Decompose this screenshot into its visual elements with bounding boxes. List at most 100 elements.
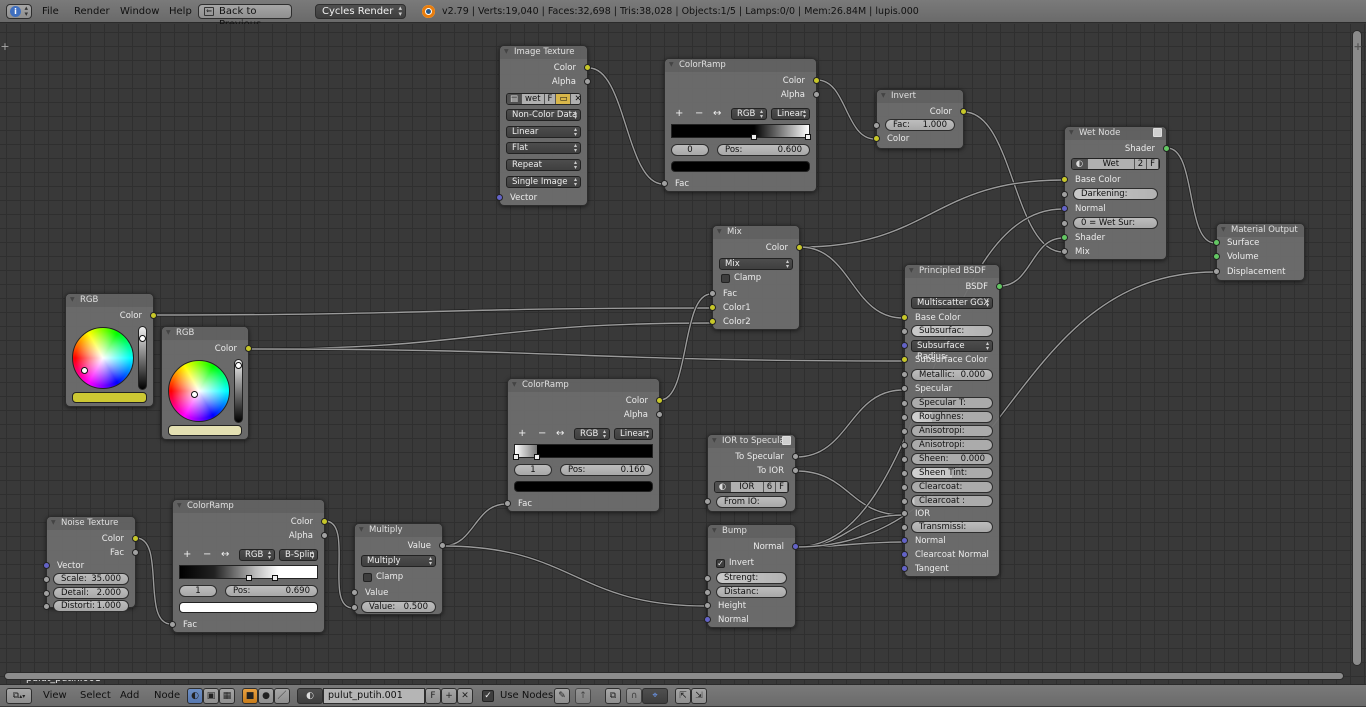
parent-node-tree-icon[interactable]: ↑ xyxy=(575,688,591,704)
menu-select[interactable]: Select xyxy=(80,685,111,707)
from-ior-field[interactable]: From IO:1.450 xyxy=(716,496,787,508)
output-socket-alpha[interactable] xyxy=(321,532,328,539)
group-name-field[interactable]: IOR to xyxy=(731,482,764,492)
principled-field[interactable]: Specular T:0.000 xyxy=(911,397,993,409)
node-noise-texture[interactable]: ▼ Noise Texture Color Fac Vector Scale: 35… xyxy=(43,516,139,612)
output-socket-alpha[interactable] xyxy=(813,91,820,98)
link-bump-normal-to-output-displacement[interactable] xyxy=(795,271,1216,548)
input-socket-principled-field[interactable] xyxy=(901,456,908,463)
input-socket-detail[interactable] xyxy=(43,590,50,597)
unlink-material-icon[interactable]: ✕ xyxy=(457,688,473,704)
color-swatch[interactable] xyxy=(168,425,242,436)
stop-color-swatch[interactable] xyxy=(514,481,653,492)
node-material-output[interactable]: ▼ Material Output Surface Volume Displace… xyxy=(1213,223,1305,281)
ramp-stop[interactable] xyxy=(245,575,252,581)
node-wet-node[interactable]: ▼Wet Node Shader ◐ Wet Node 2 F Base Col… xyxy=(1061,126,1170,260)
node-colorramp-low[interactable]: ▼ ColorRamp Color Alpha + − ↔ RGB ▴ ▾ B-Spl… xyxy=(169,499,328,633)
output-socket-fac[interactable] xyxy=(132,549,139,556)
color-mode-select[interactable]: RGB ▴ ▾ xyxy=(574,428,610,440)
horizontal-scrollbar[interactable] xyxy=(4,672,1344,680)
ramp-gradient[interactable] xyxy=(671,124,811,140)
input-socket-fac[interactable] xyxy=(873,122,880,129)
render-engine-select[interactable]: Cycles Render ▴ ▾ xyxy=(315,4,406,19)
input-socket-specular[interactable] xyxy=(901,385,908,392)
node-principled-bsdf[interactable]: ▼ Principled BSDF BSDF Multiscatter GGX ▴ ▾… xyxy=(901,264,1003,577)
fake-user-button[interactable]: F xyxy=(544,94,557,104)
snap-element-select[interactable]: ⌖ xyxy=(642,688,668,704)
source-select[interactable]: Single Image ▴ ▾ xyxy=(506,176,581,188)
input-socket-shader[interactable] xyxy=(1061,234,1068,241)
color-swatch[interactable] xyxy=(72,392,147,403)
snap-icon[interactable]: ∩ xyxy=(626,688,642,704)
node-rgb-1[interactable]: ▼ RGB Color xyxy=(65,293,157,407)
editor-type-button[interactable]: i ▴ ▾ xyxy=(6,4,32,19)
input-socket-base-color[interactable] xyxy=(901,314,908,321)
input-socket-distance[interactable] xyxy=(704,589,711,596)
open-image-icon[interactable]: ▭ xyxy=(556,94,572,104)
stop-position-field[interactable]: Pos: 0.600 xyxy=(717,144,810,156)
input-socket-vector[interactable] xyxy=(43,562,50,569)
input-socket-tangent[interactable] xyxy=(901,565,908,572)
ramp-gradient[interactable] xyxy=(513,444,653,460)
input-socket-subsurface-radius[interactable] xyxy=(901,342,908,349)
link-bsdf-to-wet-shader[interactable] xyxy=(999,237,1064,287)
stop-position-field[interactable]: Pos: 0.690 xyxy=(225,585,318,597)
projection-select[interactable]: Flat ▴ ▾ xyxy=(506,142,581,154)
output-socket-to-specular[interactable] xyxy=(792,453,799,460)
node-invert[interactable]: ▼ Invert Color Fac: 1.000 Color xyxy=(873,89,967,149)
link-imgtex-color-to-ramp-fac[interactable] xyxy=(588,67,664,185)
color-wheel[interactable] xyxy=(72,327,134,389)
input-socket-wet-surface[interactable] xyxy=(1061,220,1068,227)
remove-stop-button[interactable]: − xyxy=(203,549,211,560)
node-group-icon[interactable] xyxy=(782,436,791,445)
input-socket-normal[interactable] xyxy=(1061,205,1068,212)
use-nodes-checkbox[interactable]: ✓ xyxy=(482,690,494,702)
output-socket-color[interactable] xyxy=(796,244,803,251)
link-ramp-mid-color-to-mix-fac[interactable] xyxy=(659,293,712,401)
pin-icon[interactable]: ✎ xyxy=(554,688,570,704)
remove-stop-button[interactable]: − xyxy=(538,428,546,439)
editor-type-button[interactable]: ⧉▴▾ xyxy=(6,688,32,704)
stop-color-swatch[interactable] xyxy=(671,161,810,172)
clamp-checkbox[interactable]: Clamp xyxy=(721,272,761,284)
link-mix-color-to-principled-basecolor[interactable] xyxy=(799,246,904,319)
menu-file[interactable]: File xyxy=(42,0,59,23)
math-operation-select[interactable]: Multiply ▴ ▾ xyxy=(361,555,436,567)
ramp-interpolation-select[interactable]: B-Splin ▴ ▾ xyxy=(279,549,318,561)
input-socket-height[interactable] xyxy=(704,602,711,609)
ramp-stop[interactable] xyxy=(533,454,540,460)
input-socket-normal[interactable] xyxy=(704,616,711,623)
node-colorramp-top[interactable]: ▼ ColorRamp Color Alpha + − ↔ RGB ▴ ▾ Linea… xyxy=(661,58,820,192)
add-stop-button[interactable]: + xyxy=(675,108,683,119)
input-socket-subsurface[interactable] xyxy=(901,328,908,335)
image-datablock[interactable]: ▤ wet F ▭ ✕ xyxy=(506,93,581,105)
input-socket-principled-field[interactable] xyxy=(901,498,908,505)
node-editor-canvas[interactable]: + ▼ Image Texture Color Alpha ▤ wet F ▭ ✕… xyxy=(0,24,1366,684)
metallic-field[interactable]: Metallic: 0.000 xyxy=(911,369,993,381)
group-datablock[interactable]: ◐ IOR to 6 F xyxy=(714,481,789,493)
scale-field[interactable]: Scale: 35.000 xyxy=(53,573,129,585)
backdrop-icon[interactable]: ⧉ xyxy=(605,688,621,704)
ramp-stop[interactable] xyxy=(513,454,520,460)
value-slider-knob[interactable] xyxy=(139,335,146,342)
ramp-interpolation-select[interactable]: Linear ▴ ▾ xyxy=(771,108,810,120)
input-socket-normal[interactable] xyxy=(901,537,908,544)
add-stop-button[interactable]: + xyxy=(183,549,191,560)
output-socket-color[interactable] xyxy=(132,535,139,542)
back-to-previous-button[interactable]: ⇐ Back to Previous xyxy=(198,4,292,30)
blend-type-select[interactable]: Mix ▴ ▾ xyxy=(719,258,793,270)
fake-user-button[interactable]: F xyxy=(1147,159,1159,169)
color-mode-select[interactable]: RGB ▴ ▾ xyxy=(239,549,275,561)
image-name-field[interactable]: wet xyxy=(522,94,545,104)
link-noise-color-to-ramp-low-fac[interactable] xyxy=(135,537,172,625)
world-shader-icon[interactable]: ● xyxy=(258,688,274,704)
principled-field[interactable]: Clearcoat:0.000 xyxy=(911,481,993,493)
subsurface-field[interactable]: Subsurfac:0.600 xyxy=(911,325,993,337)
link-ramp-low-color-to-multiply-value[interactable] xyxy=(324,520,354,609)
link-mix-color-to-wet-basecolor[interactable] xyxy=(799,179,1064,248)
menu-node[interactable]: Node xyxy=(154,685,180,707)
input-socket-base-color[interactable] xyxy=(1061,176,1068,183)
flip-ramp-button[interactable]: ↔ xyxy=(713,108,721,119)
color-wheel-cursor[interactable] xyxy=(191,391,198,398)
output-socket-value[interactable] xyxy=(439,542,446,549)
